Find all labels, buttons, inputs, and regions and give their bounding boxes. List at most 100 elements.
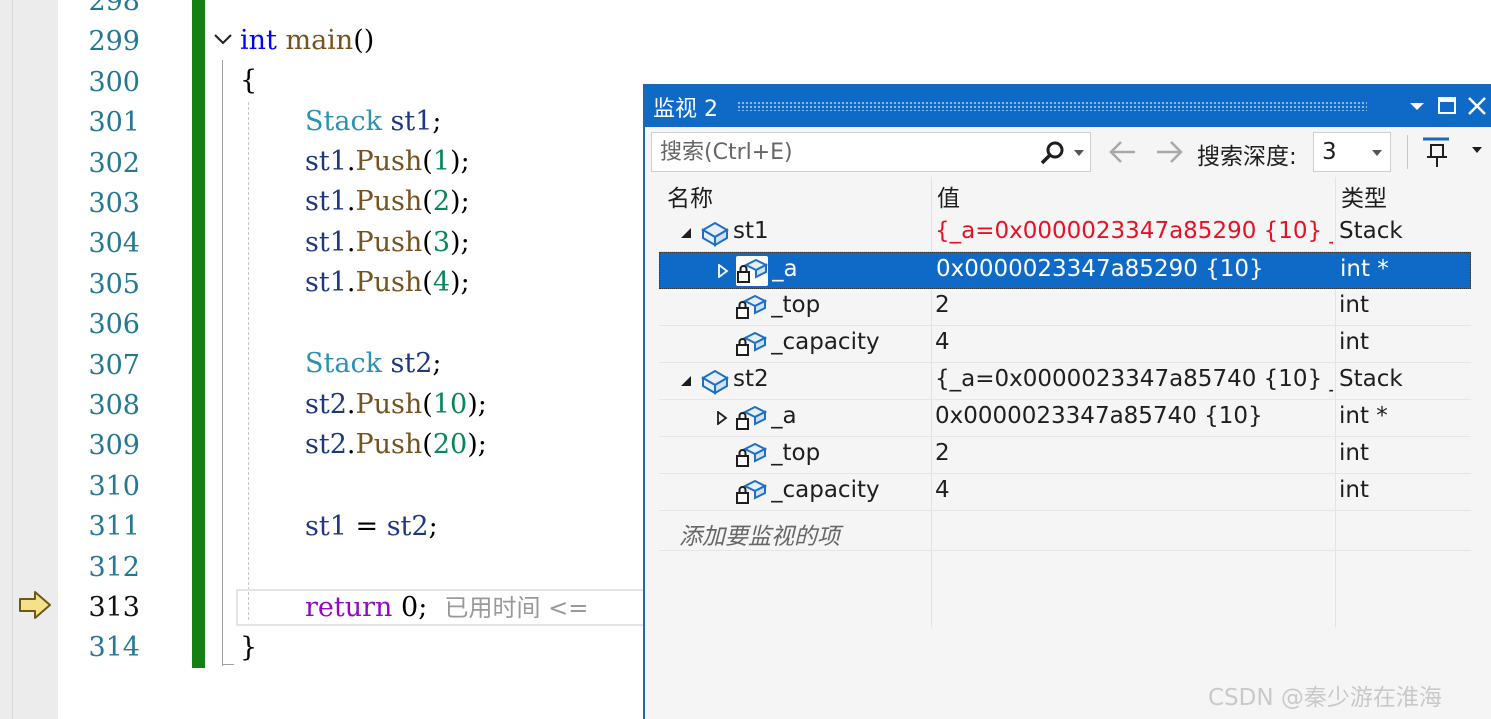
line-number[interactable]: 309 bbox=[60, 426, 140, 466]
code-line-314[interactable]: } bbox=[240, 628, 257, 668]
line-number[interactable]: 314 bbox=[60, 628, 140, 668]
watch-value[interactable]: 2 bbox=[935, 440, 1333, 466]
watch-toolbar: 搜索深度: 3 bbox=[645, 127, 1491, 177]
code-line-302[interactable]: st1.Push(1); bbox=[305, 142, 470, 182]
add-watch-row[interactable]: 添加要监视的项 bbox=[659, 514, 1471, 551]
punctuation: ; bbox=[432, 106, 442, 137]
line-number[interactable]: 299 bbox=[60, 22, 140, 62]
title-grip[interactable] bbox=[737, 101, 1367, 111]
code-line-308[interactable]: st2.Push(10); bbox=[305, 385, 487, 425]
line-number[interactable]: 307 bbox=[60, 346, 140, 386]
code-line-303[interactable]: st1.Push(2); bbox=[305, 182, 470, 222]
search-input[interactable] bbox=[652, 133, 1032, 171]
watch-row[interactable]: _a 0x0000023347a85740 {10} int * bbox=[659, 400, 1471, 437]
watch-row[interactable]: _top 2 int bbox=[659, 289, 1471, 326]
line-number[interactable]: 308 bbox=[60, 386, 140, 426]
search-back-icon[interactable] bbox=[1107, 138, 1139, 166]
column-header-name[interactable]: 名称 bbox=[667, 179, 713, 213]
watch-name: _top bbox=[771, 292, 821, 318]
code-line-299[interactable]: int main() bbox=[240, 21, 374, 61]
variable: st1 bbox=[305, 267, 347, 298]
line-number[interactable]: 303 bbox=[60, 184, 140, 224]
window-position-dropdown-icon[interactable] bbox=[1403, 93, 1431, 119]
line-number[interactable]: 305 bbox=[60, 265, 140, 305]
code-line-300[interactable]: { bbox=[240, 61, 257, 101]
code-line-304[interactable]: st1.Push(3); bbox=[305, 223, 470, 263]
watch-value[interactable]: 4 bbox=[935, 329, 1333, 355]
expand-triangle-icon[interactable] bbox=[716, 264, 730, 278]
number-literal: 4 bbox=[432, 267, 451, 298]
punctuation: ; bbox=[432, 348, 442, 379]
line-number[interactable]: 298 bbox=[60, 0, 140, 22]
search-box[interactable] bbox=[651, 132, 1091, 172]
punctuation: ); bbox=[467, 389, 487, 420]
watch-row[interactable]: _top 2 int bbox=[659, 437, 1471, 474]
watch-type: int bbox=[1339, 329, 1369, 355]
search-forward-icon[interactable] bbox=[1153, 138, 1185, 166]
column-header-value[interactable]: 值 bbox=[937, 179, 960, 213]
code-line-305[interactable]: st1.Push(4); bbox=[305, 263, 470, 303]
punctuation: ); bbox=[450, 186, 470, 217]
perf-tip-hint[interactable]: 已用时间 <= bbox=[444, 594, 588, 622]
line-number[interactable]: 310 bbox=[60, 467, 140, 507]
watch-row[interactable]: st1 {_a=0x0000023347a85290 {10} _t... Stac… bbox=[659, 215, 1471, 252]
watch-value[interactable]: {_a=0x0000023347a85290 {10} _t... bbox=[935, 218, 1333, 244]
watch-type: int bbox=[1339, 292, 1369, 318]
line-number[interactable]: 312 bbox=[60, 548, 140, 588]
search-options-dropdown-icon[interactable] bbox=[1072, 148, 1086, 158]
line-number[interactable]: 302 bbox=[60, 144, 140, 184]
column-header-type[interactable]: 类型 bbox=[1341, 179, 1387, 213]
brace: { bbox=[240, 65, 258, 96]
scope-guide-end bbox=[222, 664, 234, 665]
variable: st2 bbox=[305, 389, 347, 420]
change-tracking-bar bbox=[192, 0, 205, 668]
watch-value[interactable]: 2 bbox=[935, 292, 1333, 318]
watch-row[interactable]: _a 0x0000023347a85290 {10} int * bbox=[659, 252, 1471, 289]
watch-value[interactable]: 0x0000023347a85740 {10} bbox=[935, 403, 1333, 429]
variable: st1 bbox=[305, 511, 347, 542]
maximize-icon[interactable] bbox=[1433, 93, 1461, 119]
collapse-triangle-icon[interactable] bbox=[679, 374, 693, 388]
watch-name: st2 bbox=[733, 366, 769, 392]
chevron-down-icon bbox=[1372, 150, 1382, 156]
code-line-309[interactable]: st2.Push(20); bbox=[305, 425, 487, 465]
watch-row[interactable]: _capacity 4 int bbox=[659, 474, 1471, 511]
line-number[interactable]: 301 bbox=[60, 103, 140, 143]
function-name: Push bbox=[355, 389, 423, 420]
line-number[interactable]: 300 bbox=[60, 63, 140, 103]
search-depth-select[interactable]: 3 bbox=[1313, 132, 1391, 172]
line-number[interactable]: 313 bbox=[60, 588, 140, 628]
close-icon[interactable] bbox=[1463, 93, 1491, 119]
pin-icon[interactable] bbox=[1419, 135, 1453, 169]
punctuation: ); bbox=[467, 429, 487, 460]
watch-name: _capacity bbox=[771, 329, 880, 355]
watch-row[interactable]: _capacity 4 int bbox=[659, 326, 1471, 363]
expand-triangle-icon[interactable] bbox=[715, 411, 729, 425]
line-number[interactable]: 306 bbox=[60, 305, 140, 345]
search-icon[interactable] bbox=[1038, 139, 1066, 167]
add-watch-placeholder[interactable]: 添加要监视的项 bbox=[679, 517, 840, 551]
toolbar-overflow-icon[interactable] bbox=[1469, 141, 1485, 161]
line-number[interactable]: 311 bbox=[60, 507, 140, 547]
watch-title: 监视 2 bbox=[653, 97, 718, 122]
watch-name: st1 bbox=[733, 218, 769, 244]
collapse-triangle-icon[interactable] bbox=[679, 226, 693, 240]
code-line-311[interactable]: st1 = st2; bbox=[305, 507, 438, 547]
code-line-313[interactable]: return 0; 已用时间 <= bbox=[305, 588, 588, 628]
watch-window: 监视 2 搜索深度: 3 名称 值 类型 st1 {_a=0x0000023347… bbox=[643, 84, 1491, 719]
code-line-307[interactable]: Stack st2; bbox=[305, 344, 442, 384]
collapse-toggle-icon[interactable] bbox=[212, 28, 234, 50]
watch-value[interactable]: {_a=0x0000023347a85740 {10} _t... bbox=[935, 366, 1333, 392]
watch-row[interactable]: st2 {_a=0x0000023347a85740 {10} _t... Stac… bbox=[659, 363, 1471, 400]
line-number[interactable]: 304 bbox=[60, 224, 140, 264]
object-icon bbox=[699, 218, 731, 248]
variable: st1 bbox=[305, 146, 347, 177]
watch-title-bar[interactable]: 监视 2 bbox=[645, 85, 1491, 127]
watch-value[interactable]: 0x0000023347a85290 {10} bbox=[936, 256, 1334, 282]
variable: st1 bbox=[390, 106, 433, 137]
private-field-icon bbox=[735, 403, 768, 433]
watch-name: _a bbox=[771, 403, 797, 429]
watch-value[interactable]: 4 bbox=[935, 477, 1333, 503]
type-name: Stack bbox=[305, 348, 382, 379]
code-line-301[interactable]: Stack st1; bbox=[305, 102, 442, 142]
